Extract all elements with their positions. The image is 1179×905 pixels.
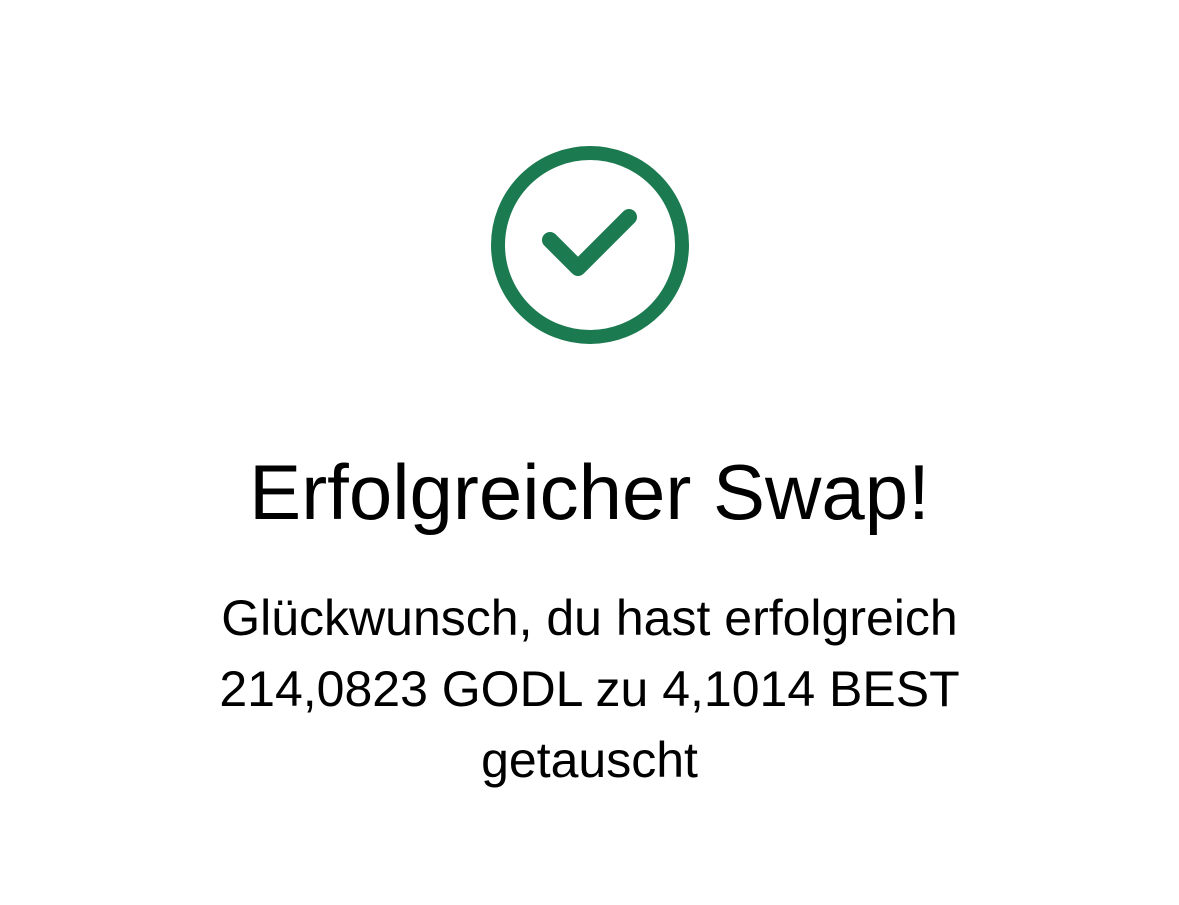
check-circle-icon <box>489 144 691 346</box>
success-title: Erfolgreicher Swap! <box>249 448 930 536</box>
success-message-line-1: Glückwunsch, du hast erfolgreich <box>221 590 958 646</box>
success-message: Glückwunsch, du hast erfolgreich 214,082… <box>110 583 1069 796</box>
success-message-line-2: 214,0823 GODL zu 4,1014 BEST <box>219 661 960 717</box>
success-message-line-3: getauscht <box>481 732 698 788</box>
swap-success-screen: Erfolgreicher Swap! Glückwunsch, du hast… <box>0 0 1179 905</box>
